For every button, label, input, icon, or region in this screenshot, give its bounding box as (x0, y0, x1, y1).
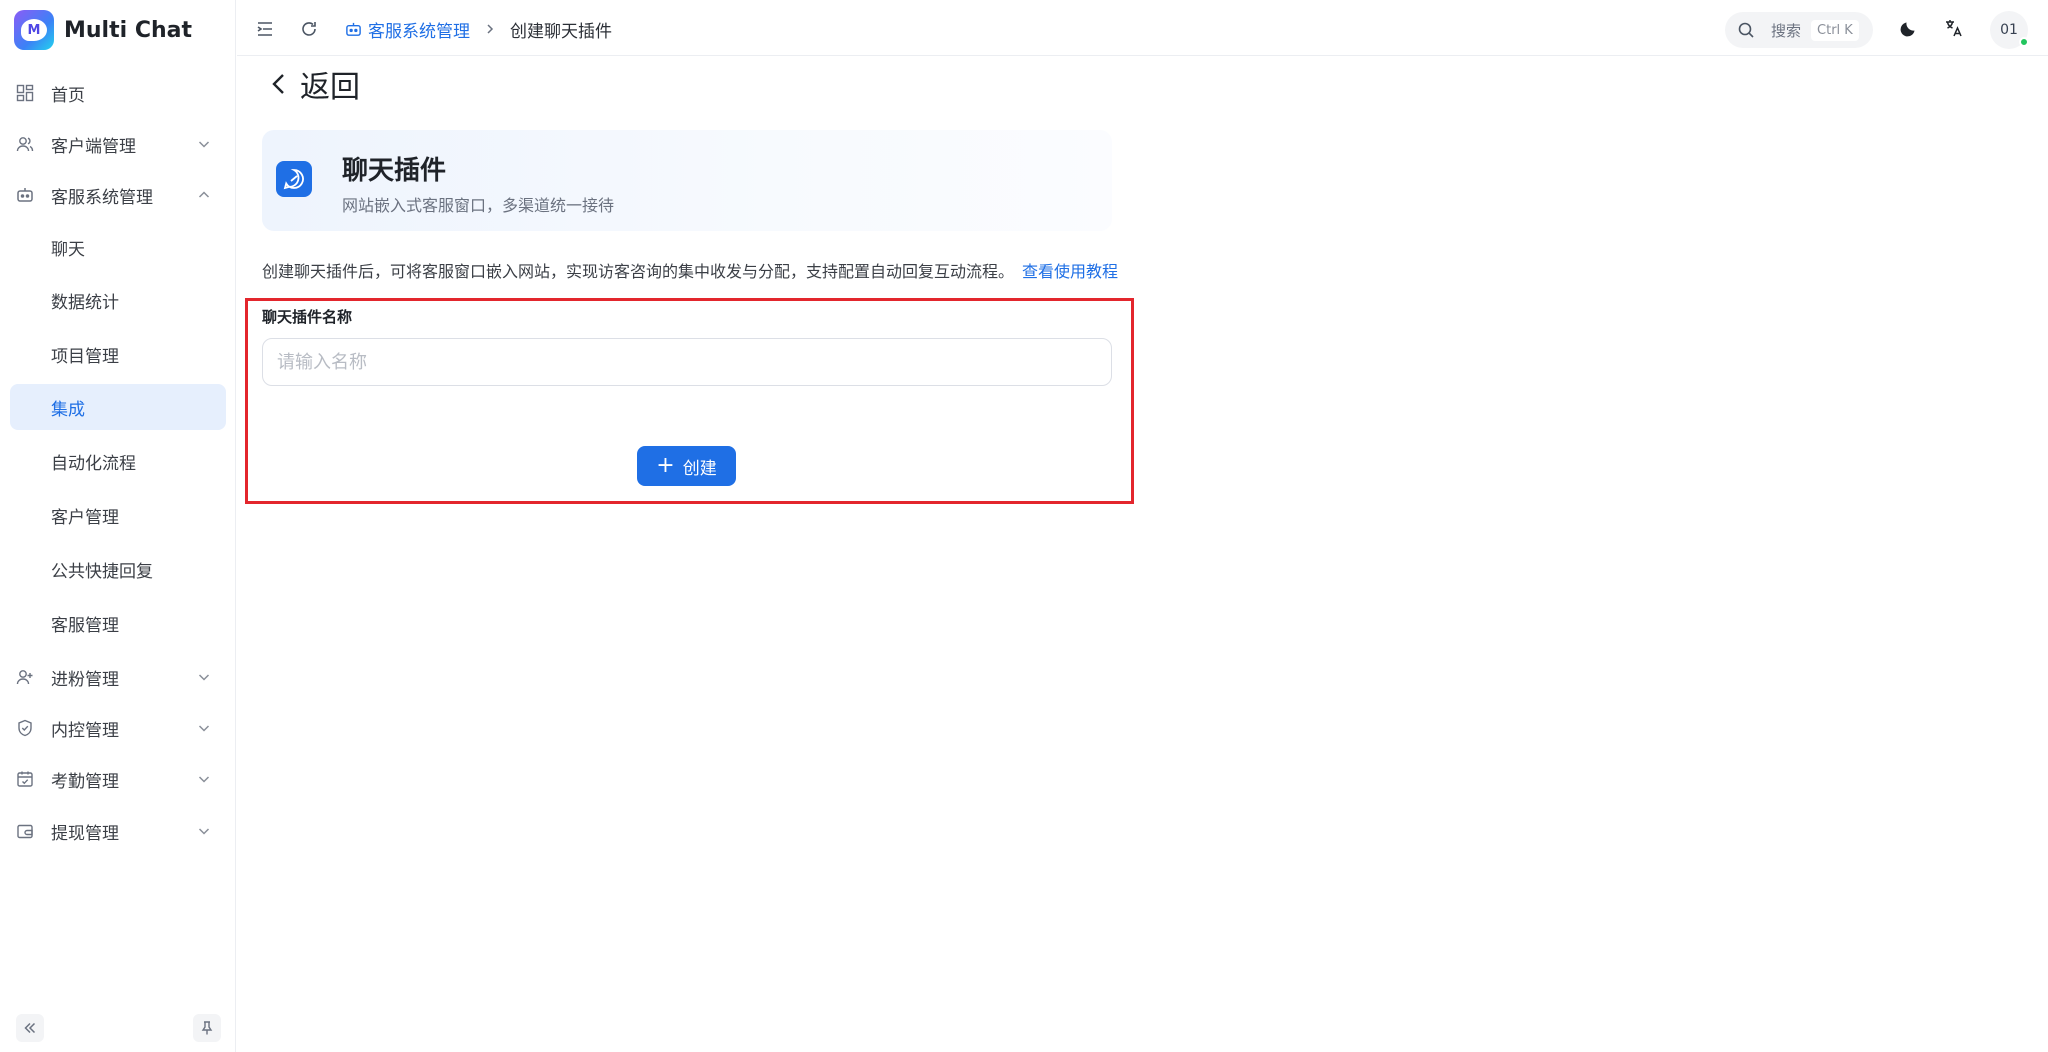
card-description: 网站嵌入式客服窗口，多渠道统一接待 (342, 196, 615, 215)
sidebar-item-followers[interactable]: 进粉管理 (10, 654, 226, 700)
sidebar-item-customers[interactable]: 客户管理 (10, 492, 226, 538)
dashboard-icon (16, 84, 34, 102)
sidebar-item-label: 公共快捷回复 (51, 561, 153, 582)
sidebar-item-label: 内控管理 (51, 720, 119, 741)
sidebar-item-label: 客服系统管理 (51, 187, 153, 208)
sidebar-item-label: 项目管理 (51, 346, 119, 367)
users-icon (16, 135, 34, 153)
brand[interactable]: M Multi Chat (14, 10, 192, 50)
breadcrumb-parent-link[interactable]: 客服系统管理 (345, 17, 470, 42)
plugin-name-input[interactable] (262, 338, 1112, 386)
sidebar-item-internal-control[interactable]: 内控管理 (10, 705, 226, 751)
chevron-down-icon (196, 720, 212, 736)
sidebar-item-chat[interactable]: 聊天 (10, 224, 226, 270)
chevron-down-icon (196, 771, 212, 787)
search-icon (1738, 22, 1754, 38)
create-button-label: 创建 (682, 458, 717, 479)
plugin-info-card: 聊天插件 网站嵌入式客服窗口，多渠道统一接待 (262, 130, 1112, 231)
create-button[interactable]: + 创建 (637, 446, 736, 486)
sidebar-item-label: 提现管理 (51, 823, 119, 844)
wallet-icon (16, 822, 34, 840)
chevron-left-icon (272, 74, 284, 94)
back-label: 返回 (300, 70, 360, 105)
app-name: Multi Chat (64, 17, 192, 43)
user-plus-icon (16, 668, 34, 686)
sidebar-item-projects[interactable]: 项目管理 (10, 331, 226, 377)
search-label: 搜索 (1771, 21, 1802, 40)
robot-icon (16, 186, 34, 204)
breadcrumb-current: 创建聊天插件 (510, 22, 612, 42)
pin-icon (201, 1021, 213, 1035)
card-title: 聊天插件 (342, 156, 447, 186)
sidebar-item-withdrawals[interactable]: 提现管理 (10, 808, 226, 854)
chevron-right-icon (484, 21, 496, 39)
breadcrumb-parent-label: 客服系统管理 (368, 22, 470, 42)
pin-sidebar-button[interactable] (193, 1014, 221, 1042)
sidebar-item-label: 集成 (51, 399, 85, 420)
search-button[interactable]: 搜索 Ctrl K (1725, 12, 1873, 48)
sidebar-item-attendance[interactable]: 考勤管理 (10, 756, 226, 802)
search-shortcut: Ctrl K (1811, 19, 1859, 41)
chat-plugin-icon (276, 161, 312, 197)
chevron-down-icon (196, 136, 212, 152)
logo-letter: M (21, 19, 47, 41)
intro-description: 创建聊天插件后，可将客服窗口嵌入网站，实现访客咨询的集中收发与分配，支持配置自动… (262, 262, 1015, 281)
sidebar-item-home[interactable]: 首页 (10, 70, 226, 116)
shield-icon (16, 719, 34, 737)
breadcrumb: 客服系统管理 创建聊天插件 (345, 17, 612, 42)
sidebar-item-quick-replies[interactable]: 公共快捷回复 (10, 546, 226, 592)
robot-icon (346, 22, 361, 36)
sidebar-item-label: 自动化流程 (51, 453, 136, 474)
chevron-down-icon (196, 823, 212, 839)
sidebar-item-client-management[interactable]: 客户端管理 (10, 121, 226, 167)
sidebar-item-label: 客服管理 (51, 615, 119, 636)
language-icon[interactable] (1944, 18, 1964, 38)
tutorial-link[interactable]: 查看使用教程 (1022, 262, 1118, 281)
sidebar-item-label: 客户管理 (51, 507, 119, 528)
online-status-dot (2019, 37, 2029, 47)
menu-toggle-icon[interactable] (255, 19, 275, 39)
sidebar-item-label: 首页 (51, 85, 85, 106)
double-chevron-left-icon (24, 1022, 36, 1034)
back-button[interactable]: 返回 (268, 62, 360, 106)
calendar-icon (16, 770, 34, 788)
top-header: 客服系统管理 创建聊天插件 搜索 Ctrl K 01 (237, 0, 2048, 56)
sidebar-item-label: 客户端管理 (51, 136, 136, 157)
sidebar-item-automation[interactable]: 自动化流程 (10, 438, 226, 484)
app-logo: M (14, 10, 54, 50)
sidebar-item-agents[interactable]: 客服管理 (10, 600, 226, 646)
sidebar: M Multi Chat 首页 客户端管理 客服系统管理 聊天 数据统计 项目管… (0, 0, 236, 1052)
sidebar-item-statistics[interactable]: 数据统计 (10, 277, 226, 323)
dark-mode-icon[interactable] (1899, 18, 1919, 38)
collapse-sidebar-button[interactable] (16, 1014, 44, 1042)
sidebar-item-label: 进粉管理 (51, 669, 119, 690)
refresh-icon[interactable] (299, 19, 319, 39)
sidebar-item-integration[interactable]: 集成 (10, 384, 226, 430)
plugin-name-label: 聊天插件名称 (262, 308, 353, 326)
chevron-up-icon (196, 187, 212, 203)
chevron-down-icon (196, 669, 212, 685)
sidebar-item-label: 考勤管理 (51, 771, 119, 792)
sidebar-item-cs-system-management[interactable]: 客服系统管理 (10, 172, 226, 218)
intro-text: 创建聊天插件后，可将客服窗口嵌入网站，实现访客咨询的集中收发与分配，支持配置自动… (262, 258, 1118, 282)
sidebar-item-label: 数据统计 (51, 292, 119, 313)
plus-icon: + (656, 453, 675, 478)
sidebar-item-label: 聊天 (51, 239, 85, 260)
